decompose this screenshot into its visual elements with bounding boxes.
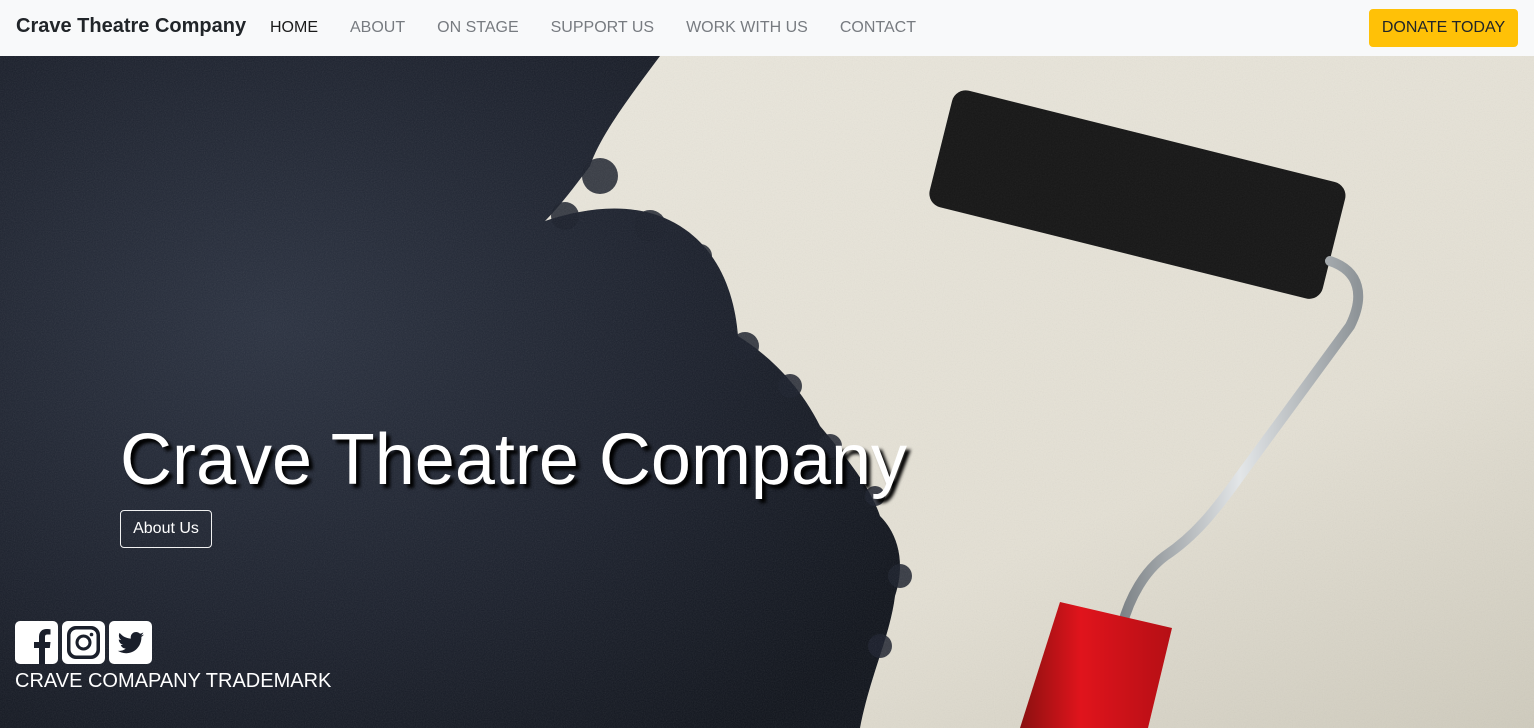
nav-link-on-stage[interactable]: ON STAGE — [421, 19, 535, 37]
trademark-text: CRAVE COMAPANY TRADEMARK — [15, 670, 332, 692]
hero-background-image — [0, 56, 1534, 728]
instagram-icon[interactable] — [62, 621, 105, 664]
nav-link-about[interactable]: ABOUT — [334, 19, 421, 37]
navbar: Crave Theatre Company HOME ABOUT ON STAG… — [0, 0, 1534, 56]
facebook-icon[interactable] — [15, 621, 58, 664]
about-us-button[interactable]: About Us — [120, 510, 212, 548]
brand-logo-link[interactable]: Crave Theatre Company — [16, 15, 246, 38]
nav-link-work-with-us[interactable]: WORK WITH US — [670, 19, 824, 37]
nav-link-support-us[interactable]: SUPPORT US — [535, 19, 670, 37]
hero-title: Crave Theatre Company — [120, 420, 908, 500]
nav-links: HOME ABOUT ON STAGE SUPPORT US WORK WITH… — [254, 0, 932, 56]
nav-link-home[interactable]: HOME — [254, 19, 334, 37]
donate-button[interactable]: DONATE TODAY — [1369, 9, 1518, 47]
hero-section: Crave Theatre Company About Us CRAVE COM… — [0, 56, 1534, 728]
twitter-icon[interactable] — [109, 621, 152, 664]
nav-link-contact[interactable]: CONTACT — [824, 19, 932, 37]
social-icons — [15, 621, 152, 664]
